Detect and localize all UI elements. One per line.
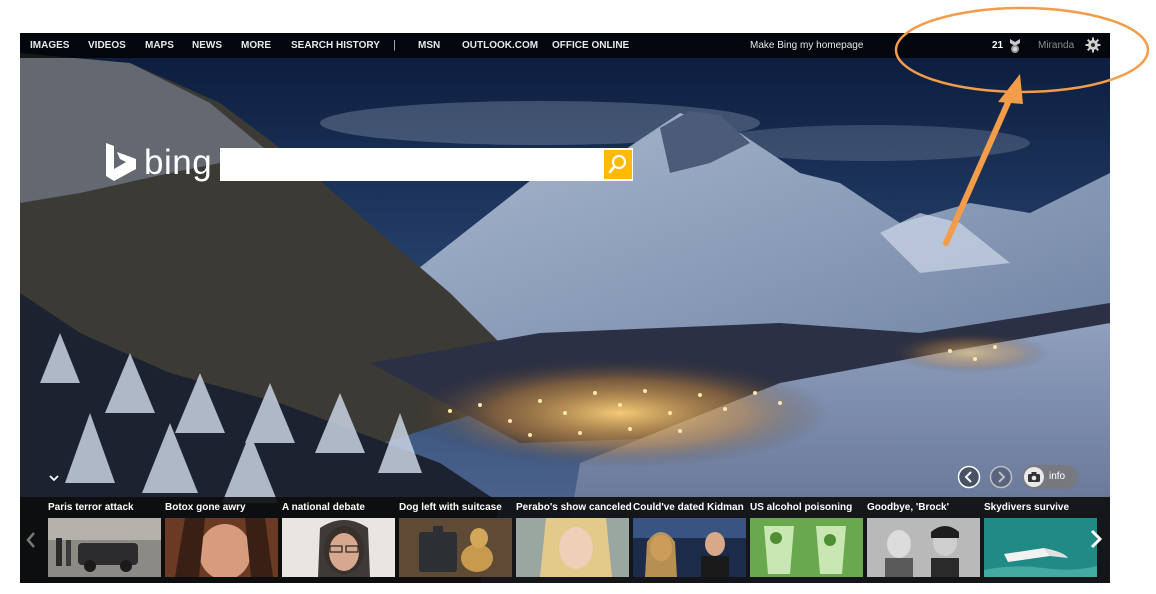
news-thumbnail <box>399 518 512 577</box>
nav-videos[interactable]: VIDEOS <box>88 33 126 58</box>
news-tile-title: Goodbye, 'Brock' <box>867 502 949 513</box>
news-thumbnail <box>633 518 746 577</box>
news-tile-kidman[interactable]: Could've dated Kidman <box>633 500 749 578</box>
news-tile-perabo[interactable]: Perabo's show canceled <box>516 500 632 578</box>
bing-homepage: IMAGES VIDEOS MAPS NEWS MORE SEARCH HIST… <box>20 33 1110 583</box>
nav-outlook[interactable]: OUTLOOK.COM <box>462 33 538 58</box>
next-image-button[interactable] <box>989 465 1013 489</box>
news-tile-title: Dog left with suitcase <box>399 502 502 513</box>
news-tile-title: Could've dated Kidman <box>633 502 744 513</box>
image-info-button[interactable]: info <box>1022 465 1078 489</box>
nav-more[interactable]: MORE <box>241 33 271 58</box>
news-thumbnail <box>48 518 161 577</box>
nav-search-history[interactable]: SEARCH HISTORY <box>291 33 380 58</box>
bing-b-icon <box>106 143 136 181</box>
search-icon <box>608 154 627 174</box>
search-input[interactable] <box>220 148 600 181</box>
rewards-medal-icon[interactable] <box>1007 38 1023 54</box>
nav-msn[interactable]: MSN <box>418 33 440 58</box>
news-tile-brock[interactable]: Goodbye, 'Brock' <box>867 500 983 578</box>
nav-news[interactable]: NEWS <box>192 33 222 58</box>
news-tile-dog[interactable]: Dog left with suitcase <box>399 500 515 578</box>
chevron-down-icon[interactable] <box>47 471 61 485</box>
news-tile-alcohol[interactable]: US alcohol poisoning <box>750 500 866 578</box>
news-tile-debate[interactable]: A national debate <box>282 500 398 578</box>
news-tile-title: Botox gone awry <box>165 502 246 513</box>
news-thumbnail <box>516 518 629 577</box>
nav-maps[interactable]: MAPS <box>145 33 174 58</box>
news-thumbnail <box>282 518 395 577</box>
make-homepage-link[interactable]: Make Bing my homepage <box>750 33 863 58</box>
top-bar: IMAGES VIDEOS MAPS NEWS MORE SEARCH HIST… <box>20 33 1110 58</box>
camera-icon <box>1024 467 1044 487</box>
news-tile-title: A national debate <box>282 502 365 513</box>
info-label: info <box>1049 471 1066 482</box>
news-tile-skydivers[interactable]: Skydivers survive <box>984 500 1100 578</box>
carousel-right-arrow-icon[interactable] <box>1088 527 1104 551</box>
nav-separator: | <box>393 39 396 51</box>
carousel-left-arrow-icon[interactable] <box>24 529 38 551</box>
news-tile-botox[interactable]: Botox gone awry <box>165 500 281 578</box>
news-tile-title: Perabo's show canceled <box>516 502 632 513</box>
rewards-count[interactable]: 21 <box>992 33 1003 58</box>
news-tile-paris[interactable]: Paris terror attack <box>48 500 164 578</box>
search-box <box>220 148 633 181</box>
news-tile-title: US alcohol poisoning <box>750 502 853 513</box>
search-button[interactable] <box>604 150 632 179</box>
news-thumbnail <box>984 518 1097 577</box>
nav-images[interactable]: IMAGES <box>30 33 69 58</box>
previous-image-button[interactable] <box>957 465 981 489</box>
nav-office-online[interactable]: OFFICE ONLINE <box>552 33 629 58</box>
news-thumbnail <box>750 518 863 577</box>
news-thumbnail <box>165 518 278 577</box>
news-tile-title: Paris terror attack <box>48 502 134 513</box>
news-thumbnail <box>867 518 980 577</box>
gear-icon[interactable] <box>1085 37 1101 53</box>
news-carousel: Paris terror attack Botox gone awry A na… <box>20 497 1110 583</box>
news-tile-title: Skydivers survive <box>984 502 1070 513</box>
user-name[interactable]: Miranda <box>1038 33 1074 58</box>
bing-wordmark: bing <box>144 143 213 182</box>
